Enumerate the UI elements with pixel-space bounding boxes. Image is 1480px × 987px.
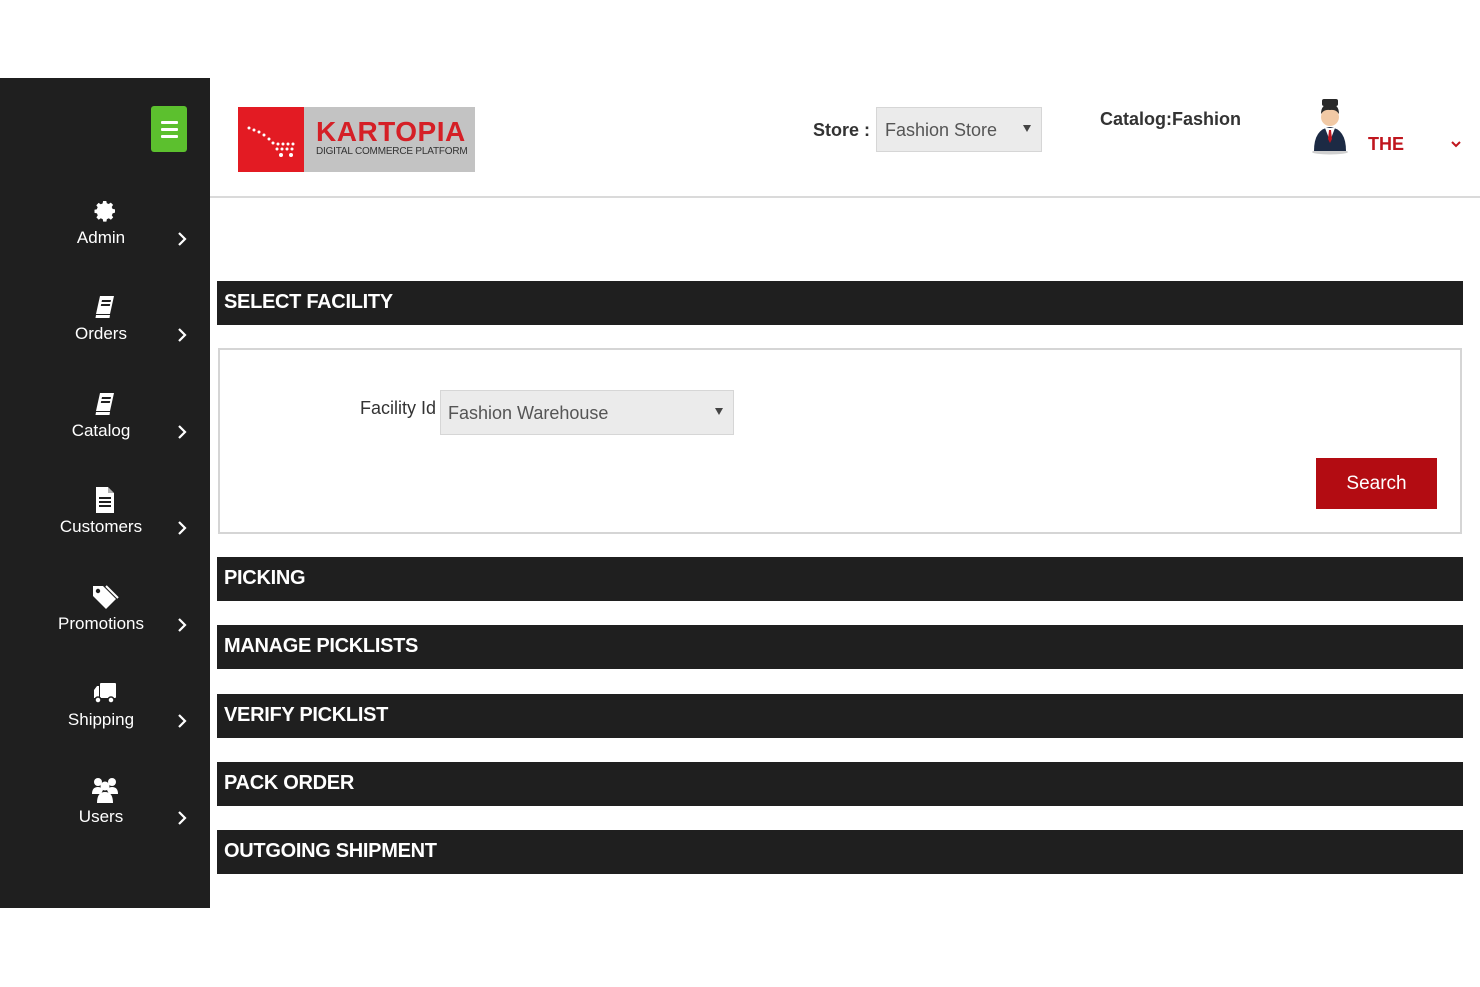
sidebar-item-label: Catalog — [71, 421, 131, 440]
logo-subtitle: DIGITAL COMMERCE PLATFORM — [316, 146, 468, 157]
logo-title: KARTOPIA — [316, 116, 466, 147]
sidebar-item-label: Users — [78, 807, 124, 826]
sidebar-item-catalog[interactable]: Catalog — [0, 389, 210, 459]
facility-id-select[interactable]: Fashion Warehouse — [440, 390, 734, 435]
facility-select-value: Fashion Warehouse — [448, 403, 609, 423]
document-icon — [90, 485, 120, 515]
book-icon — [90, 389, 120, 419]
chevron-right-icon — [178, 811, 187, 825]
facility-id-label: Facility Id — [360, 398, 437, 418]
app-root: Admin Orders Catalog Customers Promotion… — [0, 78, 1480, 908]
menu-toggle-button[interactable] — [151, 106, 187, 152]
search-button[interactable]: Search — [1316, 458, 1437, 509]
chevron-right-icon — [178, 521, 187, 535]
book-icon — [90, 292, 120, 322]
section-verify-picklist[interactable]: VERIFY PICKLIST — [217, 694, 1463, 738]
chevron-right-icon — [178, 618, 187, 632]
store-select-value: Fashion Store — [885, 120, 998, 140]
truck-icon — [90, 678, 120, 708]
catalog-value: Fashion — [1172, 109, 1242, 129]
section-manage-picklists[interactable]: MANAGE PICKLISTS — [217, 625, 1463, 669]
sidebar-item-admin[interactable]: Admin — [0, 196, 210, 266]
cart-logo-icon — [238, 107, 304, 172]
sidebar-item-promotions[interactable]: Promotions — [0, 582, 210, 652]
section-select-facility[interactable]: SELECT FACILITY — [217, 281, 1463, 325]
chevron-down-icon[interactable] — [1449, 137, 1463, 151]
facility-panel: Facility Id Fashion Warehouse Search — [218, 348, 1462, 534]
section-picking[interactable]: PICKING — [217, 557, 1463, 601]
sidebar-item-orders[interactable]: Orders — [0, 292, 210, 362]
users-icon — [90, 775, 120, 805]
store-label: Store : — [813, 120, 871, 140]
section-outgoing-shipment[interactable]: OUTGOING SHIPMENT — [217, 830, 1463, 874]
caret-down-icon — [1023, 125, 1031, 132]
sidebar-item-customers[interactable]: Customers — [0, 485, 210, 555]
user-name: THE — [1368, 134, 1404, 154]
tags-icon — [90, 582, 120, 612]
chevron-right-icon — [178, 714, 187, 728]
gear-icon — [90, 196, 120, 226]
sidebar-item-label: Orders — [75, 324, 127, 343]
top-header: KARTOPIA DIGITAL COMMERCE PLATFORM Store… — [210, 78, 1480, 198]
catalog-label: Catalog: — [1100, 109, 1172, 129]
sidebar-item-shipping[interactable]: Shipping — [0, 678, 210, 748]
avatar[interactable] — [1308, 95, 1352, 155]
sidebar-item-users[interactable]: Users — [0, 775, 210, 845]
hamburger-icon — [160, 120, 178, 124]
store-select[interactable]: Fashion Store — [876, 107, 1042, 152]
catalog-info: Catalog:Fashion — [1100, 109, 1241, 130]
chevron-right-icon — [178, 328, 187, 342]
sidebar-item-label: Customers — [59, 517, 143, 536]
chevron-right-icon — [178, 232, 187, 246]
kartopia-logo[interactable]: KARTOPIA DIGITAL COMMERCE PLATFORM — [238, 107, 475, 172]
sidebar-item-label: Admin — [76, 228, 126, 247]
sidebar: Admin Orders Catalog Customers Promotion… — [0, 78, 210, 908]
section-pack-order[interactable]: PACK ORDER — [217, 762, 1463, 806]
caret-down-icon — [715, 408, 723, 415]
chevron-right-icon — [178, 425, 187, 439]
sidebar-item-label: Shipping — [67, 710, 135, 729]
sidebar-item-label: Promotions — [58, 614, 144, 633]
